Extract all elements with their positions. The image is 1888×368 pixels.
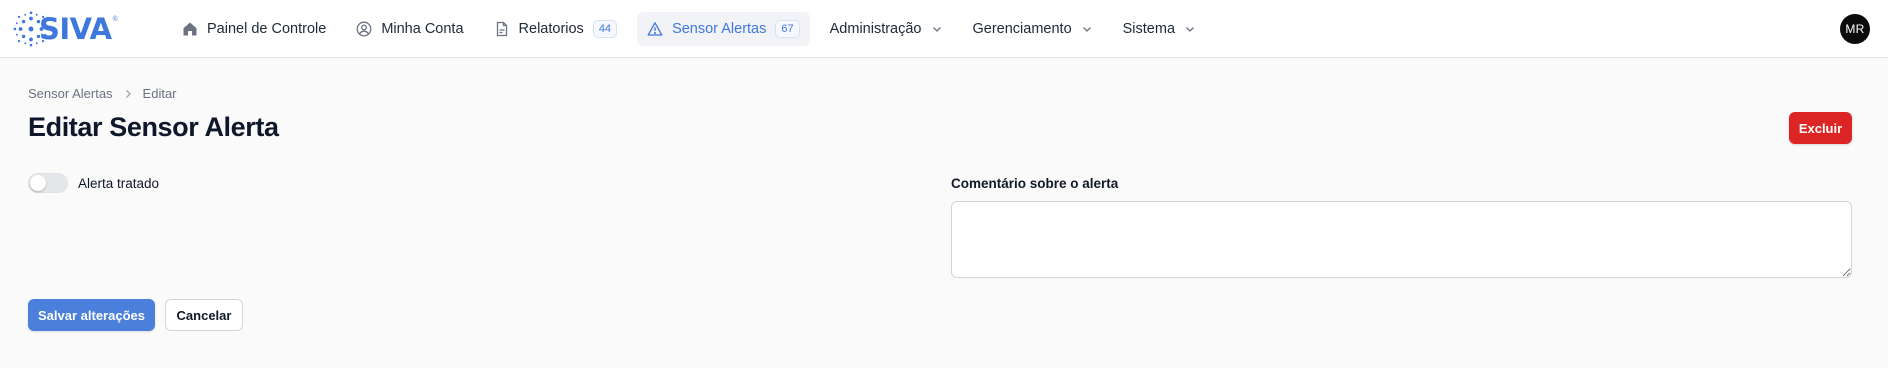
toggle-knob: [30, 175, 46, 191]
user-circle-icon: [356, 21, 372, 37]
logo-registered-mark: ®: [112, 16, 118, 23]
nav-item-sensor-alertas[interactable]: Sensor Alertas 67: [637, 12, 810, 46]
siva-logo[interactable]: SIVA ®: [12, 8, 132, 50]
nav-item-administracao[interactable]: Administração: [820, 12, 953, 46]
top-navigation-bar: SIVA ® Painel de Controle Minha Conta Re…: [0, 0, 1888, 58]
chevron-down-icon: [1081, 23, 1093, 35]
chevron-down-icon: [1184, 23, 1196, 35]
nav-item-label: Relatorios: [518, 21, 584, 37]
chevron-right-icon: [122, 88, 134, 100]
alert-handled-toggle[interactable]: [28, 173, 68, 193]
nav-item-label: Minha Conta: [381, 21, 464, 37]
nav-item-minha-conta[interactable]: Minha Conta: [346, 12, 473, 46]
warning-triangle-icon: [647, 21, 663, 37]
comment-textarea[interactable]: [951, 201, 1852, 278]
nav-item-label: Gerenciamento: [972, 21, 1072, 37]
user-avatar[interactable]: MR: [1840, 14, 1870, 44]
nav-item-label: Painel de Controle: [207, 21, 327, 37]
breadcrumb: Sensor Alertas Editar: [28, 86, 177, 101]
nav-item-painel-de-controle[interactable]: Painel de Controle: [172, 12, 336, 46]
main-nav: Painel de Controle Minha Conta Relatorio…: [172, 12, 1216, 46]
nav-item-label: Administração: [829, 21, 922, 37]
breadcrumb-current: Editar: [142, 86, 177, 101]
alert-handled-label: Alerta tratado: [78, 175, 160, 191]
comment-label: Comentário sobre o alerta: [951, 176, 1119, 191]
count-badge: 67: [775, 20, 800, 38]
nav-item-label: Sistema: [1122, 21, 1176, 37]
nav-item-sistema[interactable]: Sistema: [1113, 12, 1206, 46]
document-icon: [494, 21, 510, 37]
nav-item-gerenciamento[interactable]: Gerenciamento: [963, 12, 1103, 46]
breadcrumb-link-sensor-alertas[interactable]: Sensor Alertas: [28, 86, 113, 101]
home-icon: [182, 21, 198, 37]
cancel-button[interactable]: Cancelar: [165, 299, 243, 331]
logo-text: SIVA: [39, 11, 112, 46]
page-title: Editar Sensor Alerta: [28, 112, 279, 142]
count-badge: 44: [592, 20, 618, 38]
chevron-down-icon: [931, 23, 943, 35]
delete-button[interactable]: Excluir: [1789, 112, 1852, 144]
nav-item-label: Sensor Alertas: [672, 21, 767, 37]
nav-item-relatorios[interactable]: Relatorios 44: [484, 12, 628, 46]
alert-handled-field: Alerta tratado: [28, 173, 159, 193]
save-button[interactable]: Salvar alterações: [28, 299, 155, 331]
